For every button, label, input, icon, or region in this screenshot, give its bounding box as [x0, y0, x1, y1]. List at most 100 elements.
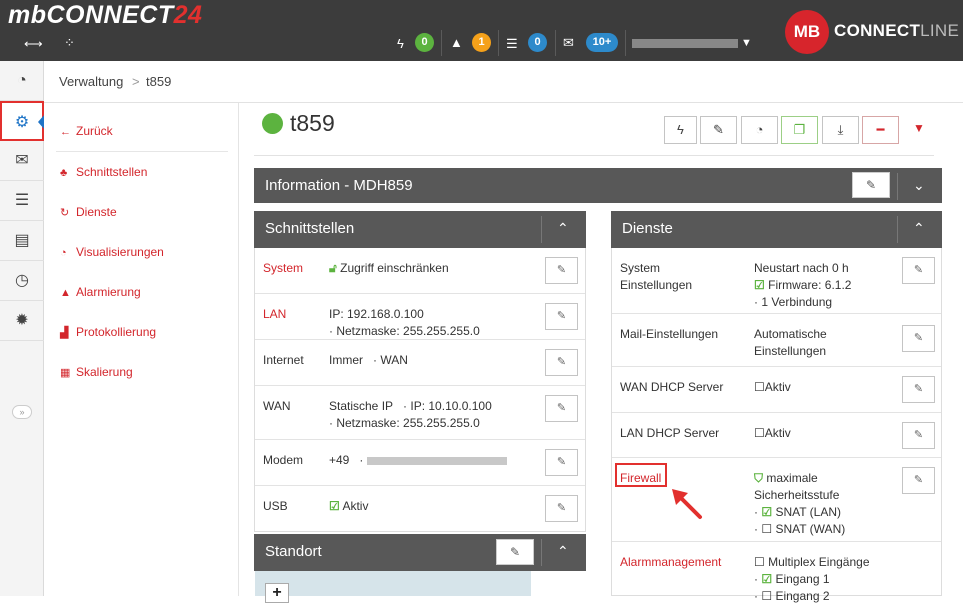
subnav-item-interfaces[interactable]: ♣ Schnittstellen — [60, 165, 147, 179]
shield-icon: ⛉ — [754, 471, 764, 485]
breadcrumb: Verwaltung > t859 — [44, 61, 963, 103]
lightning-button[interactable]: ϟ — [664, 116, 697, 144]
check-icon: ☑ — [754, 278, 765, 292]
lightning-badge[interactable]: 0 — [415, 33, 434, 52]
interfaces-panel-header: Schnittstellen ⌃ — [254, 211, 586, 248]
breadcrumb-root[interactable]: Verwaltung — [59, 74, 123, 89]
caret-down-icon[interactable]: ▼ — [913, 121, 925, 135]
mail-badge[interactable]: 10+ — [586, 33, 618, 52]
expand-icon[interactable]: » — [12, 405, 32, 419]
clock-icon[interactable]: ◷ — [0, 261, 44, 301]
edit-button[interactable]: ✎ — [545, 349, 578, 376]
subnav-item-alarms[interactable]: ▲ Alarmierung — [60, 285, 141, 299]
edit-button[interactable]: ✎ — [545, 449, 578, 476]
location-panel-title: Standort — [265, 543, 322, 560]
service-lan-dhcp-label: LAN DHCP Server — [620, 426, 720, 440]
table-row: System Einstellungen Neustart nach 0 h ☑ F… — [612, 248, 941, 314]
edit-button[interactable]: ✎ — [545, 303, 578, 330]
service-alarm-link[interactable]: Alarmmanagement — [620, 554, 721, 571]
subnav-item-services[interactable]: ↻ Dienste — [60, 205, 117, 219]
edit-button[interactable]: ✎ — [545, 257, 578, 284]
interface-lan-link[interactable]: LAN — [263, 306, 286, 323]
copy-button[interactable]: ❐ — [781, 116, 818, 144]
chevron-up-icon[interactable]: ⌃ — [557, 211, 569, 245]
wrench-button[interactable]: ✎ — [700, 116, 737, 144]
edit-button[interactable]: ✎ — [852, 172, 890, 198]
sub-navigation: ← Zurück ♣ Schnittstellen ↻ Dienste ◔ Visual… — [44, 103, 239, 596]
unlock-icon: 🔓︎ — [329, 261, 337, 275]
chevron-up-icon[interactable]: ⌃ — [913, 211, 925, 245]
interfaces-table: System 🔓︎ Zugriff einschränken ✎ LAN IP:… — [254, 248, 586, 532]
location-map[interactable] — [255, 571, 531, 596]
zoom-in-button[interactable]: + — [265, 583, 289, 603]
location-panel-header: Standort ✎ ⌃ — [254, 534, 586, 571]
warning-badge[interactable]: 1 — [472, 33, 491, 52]
dashboard-button[interactable]: ◔ — [741, 116, 778, 144]
service-system-label: System Einstellungen — [620, 261, 693, 292]
service-mail-value: Automatische Einstellungen — [754, 327, 827, 358]
download-button[interactable]: ⤓ — [822, 116, 859, 144]
service-wan-dhcp-value: ☐Aktiv — [754, 380, 791, 394]
dashboard-icon[interactable]: ◔ — [0, 61, 44, 101]
chevron-up-icon[interactable]: ⌃ — [557, 534, 569, 568]
divider — [541, 539, 542, 566]
gear-icon[interactable]: ✹ — [0, 301, 44, 341]
edit-button[interactable]: ✎ — [902, 422, 935, 449]
brand-name: CONNECTLINE — [834, 21, 960, 40]
calculator-icon: ▦ — [60, 367, 71, 379]
app-logo[interactable]: mbCONNECT24 — [8, 1, 202, 30]
server-badge[interactable]: 0 — [528, 33, 547, 52]
edit-button[interactable]: ✎ — [902, 257, 935, 284]
mail-icon[interactable]: ✉ — [563, 35, 574, 51]
services-panel-header: Dienste ⌃ — [611, 211, 942, 248]
warning-icon: ▲ — [60, 287, 71, 299]
services-panel-title: Dienste — [622, 220, 673, 237]
lightning-icon[interactable]: ϟ — [397, 36, 404, 51]
service-alarm-value: ☐ Multiplex Eingänge · ☑ Eingang 1 · ☐ Ein… — [754, 555, 870, 603]
separator — [555, 30, 556, 56]
back-link[interactable]: ← Zurück — [60, 124, 113, 138]
subnav-item-visualizations[interactable]: ◔ Visualisierungen — [60, 245, 164, 259]
edit-button[interactable]: ✎ — [545, 495, 578, 522]
book-icon[interactable]: ▤ — [0, 221, 44, 261]
checkbox-empty-icon: ☐ — [754, 426, 765, 440]
edit-button[interactable]: ✎ — [902, 376, 935, 403]
firewall-highlight — [615, 463, 667, 487]
icon-sidebar: ◔ ⚙ ✉ ☰ ▤ ◷ ✹ » — [0, 61, 44, 596]
edit-button[interactable]: ✎ — [545, 395, 578, 422]
subnav-item-logging[interactable]: ▟ Protokollierung — [60, 325, 156, 339]
server-icon[interactable]: ☰ — [506, 36, 518, 52]
service-firewall-value: ⛉ maximale Sicherheitsstufe · ☑ SNAT (LAN)… — [754, 471, 846, 536]
subnav-item-scaling[interactable]: ▦ Skalierung — [60, 365, 133, 379]
edit-button[interactable]: ✎ — [902, 325, 935, 352]
annotation-arrow-icon — [672, 489, 702, 519]
separator — [625, 30, 626, 56]
edit-button[interactable]: ✎ — [902, 467, 935, 494]
separator — [441, 30, 442, 56]
checkbox-empty-icon: ☐ — [754, 555, 765, 569]
remove-button[interactable]: ━ — [862, 116, 899, 144]
edit-button[interactable]: ✎ — [496, 539, 534, 565]
table-row: LAN IP: 192.168.0.100 · Netzmaske: 255.25… — [255, 294, 585, 340]
interface-system-link[interactable]: System — [263, 260, 303, 277]
server-icon[interactable]: ☰ — [0, 181, 44, 221]
divider — [56, 151, 228, 152]
interface-wan-label: WAN — [263, 399, 291, 413]
service-wan-dhcp-label: WAN DHCP Server — [620, 380, 724, 394]
checkbox-empty-icon: ☐ — [754, 380, 765, 394]
service-mail-label: Mail-Einstellungen — [620, 327, 719, 341]
swap-icon[interactable]: ⟷ — [24, 36, 43, 52]
spinner-icon[interactable]: ⁘ — [64, 35, 75, 51]
redacted-number — [366, 456, 507, 465]
caret-down-icon[interactable]: ▼ — [741, 37, 752, 49]
interfaces-panel-title: Schnittstellen — [265, 220, 355, 237]
interface-usb-label: USB — [263, 499, 288, 513]
mail-icon[interactable]: ✉ — [0, 141, 44, 181]
divider — [897, 173, 898, 200]
info-panel-title: Information - MDH859 — [265, 177, 413, 194]
interface-internet-label: Internet — [263, 353, 304, 367]
warning-icon[interactable]: ▲ — [450, 35, 463, 50]
chevron-down-icon[interactable]: ⌄ — [913, 168, 925, 202]
brand-logo: MB — [785, 10, 829, 54]
user-menu[interactable] — [632, 39, 738, 48]
